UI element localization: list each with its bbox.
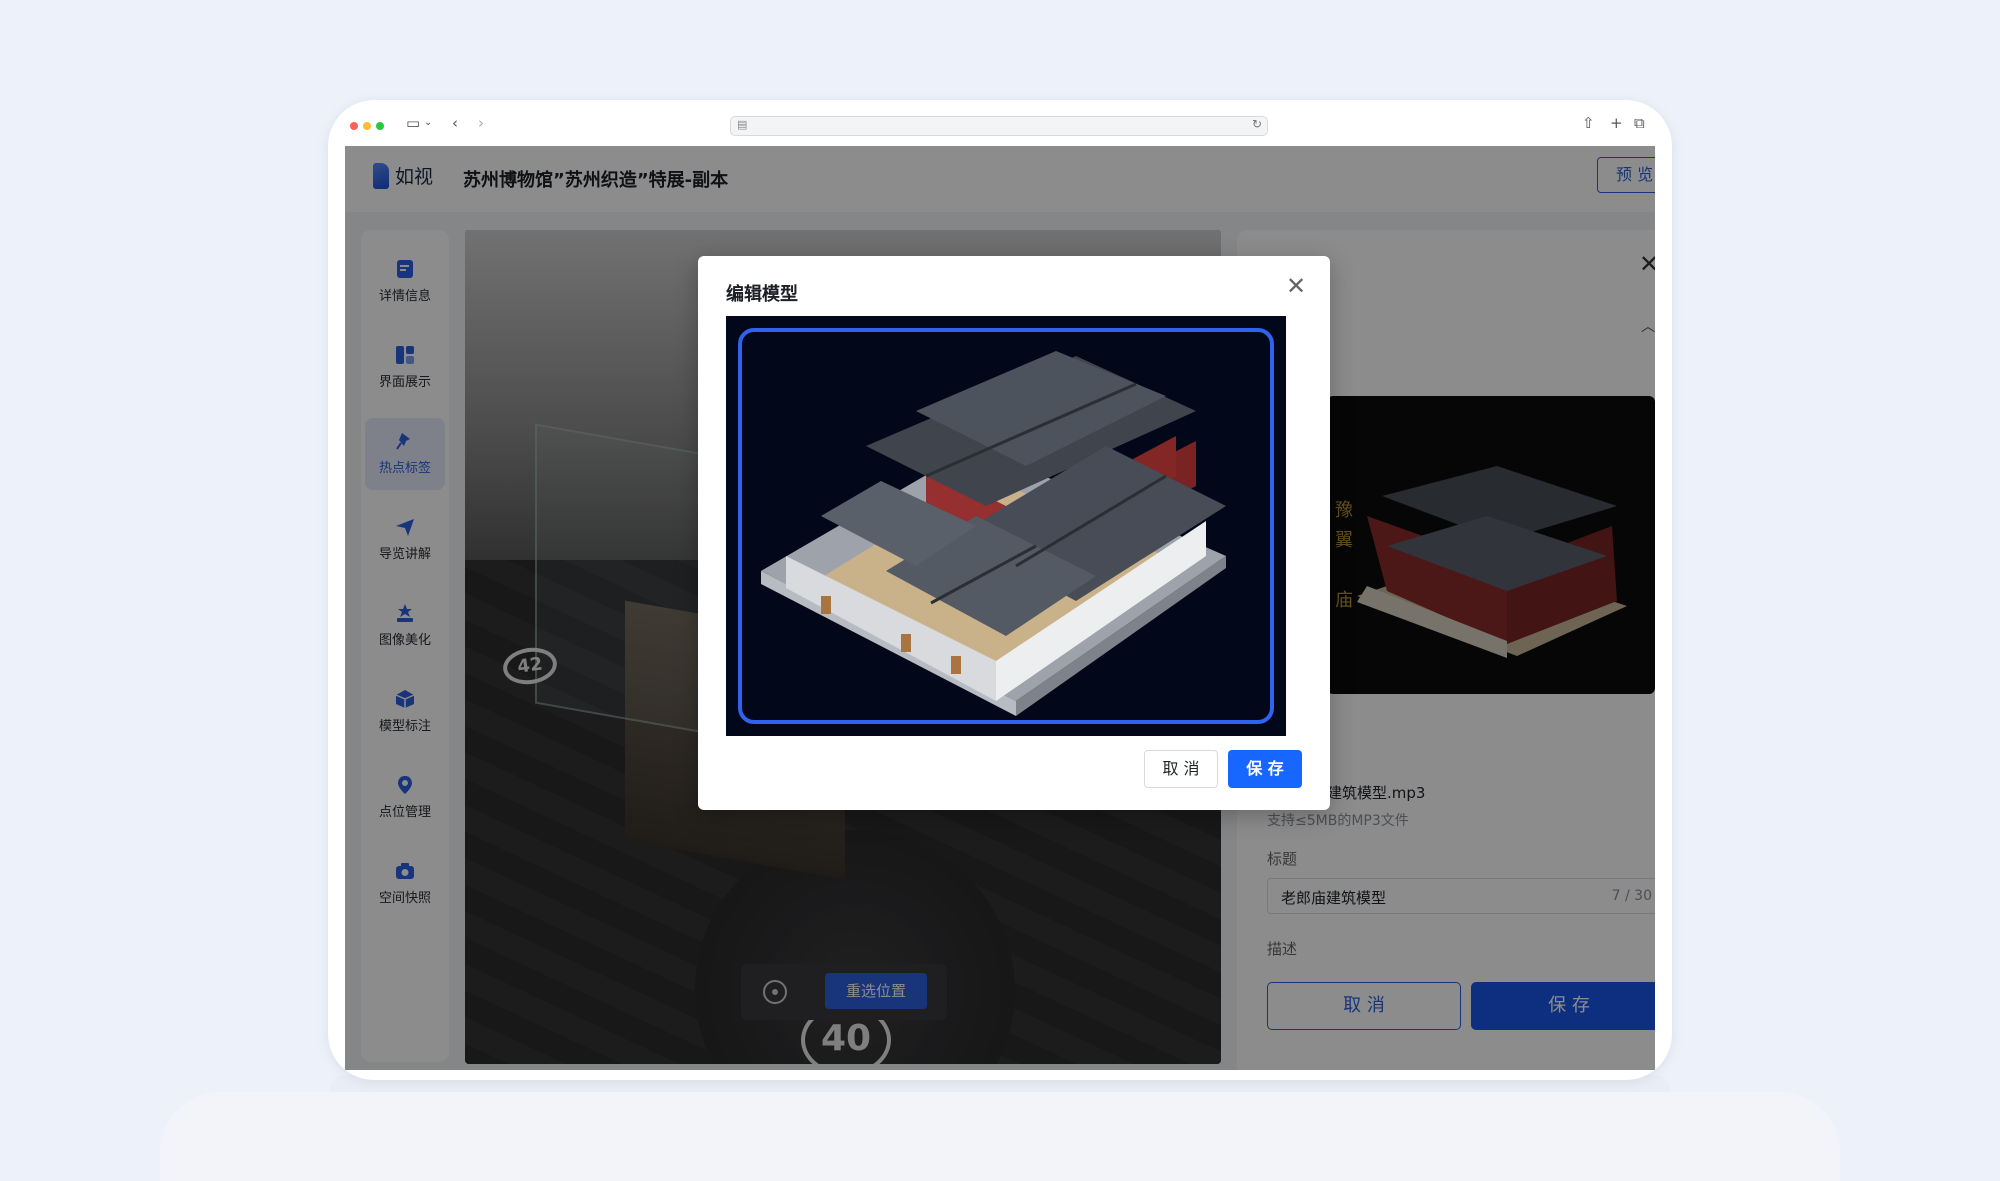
close-icon[interactable]: ✕ xyxy=(1286,272,1306,300)
model-3d-viewport[interactable] xyxy=(726,316,1286,736)
window-controls xyxy=(350,122,384,130)
reload-icon[interactable]: ↻ xyxy=(1252,117,1262,131)
address-bar[interactable]: ▤ ↻ xyxy=(730,116,1268,136)
chevron-down-icon[interactable]: ⌄ xyxy=(424,113,432,133)
sidebar-toggle-icon[interactable]: ▭ xyxy=(406,113,420,133)
new-tab-icon[interactable]: + xyxy=(1610,113,1623,133)
share-icon[interactable]: ⇧ xyxy=(1582,113,1595,133)
zoom-window-button[interactable] xyxy=(376,122,384,130)
minimize-window-button[interactable] xyxy=(363,122,371,130)
tabs-overview-icon[interactable]: ⧉ xyxy=(1634,113,1645,133)
back-icon[interactable]: ‹ xyxy=(452,113,458,133)
close-window-button[interactable] xyxy=(350,122,358,130)
dialog-save-button[interactable]: 保 存 xyxy=(1228,750,1302,788)
edit-model-dialog: 编辑模型 ✕ 取 消 保 存 xyxy=(698,256,1330,810)
laptop-base xyxy=(160,1092,1840,1181)
forward-icon[interactable]: › xyxy=(478,113,484,133)
dialog-cancel-button[interactable]: 取 消 xyxy=(1144,750,1218,788)
page-icon: ▤ xyxy=(737,118,748,131)
model-selection-frame[interactable] xyxy=(738,328,1274,724)
dialog-title: 编辑模型 xyxy=(726,284,798,305)
browser-toolbar: ▭ ⌄ ‹ › ▤ ↻ ⇧ + ⧉ xyxy=(328,100,1672,146)
